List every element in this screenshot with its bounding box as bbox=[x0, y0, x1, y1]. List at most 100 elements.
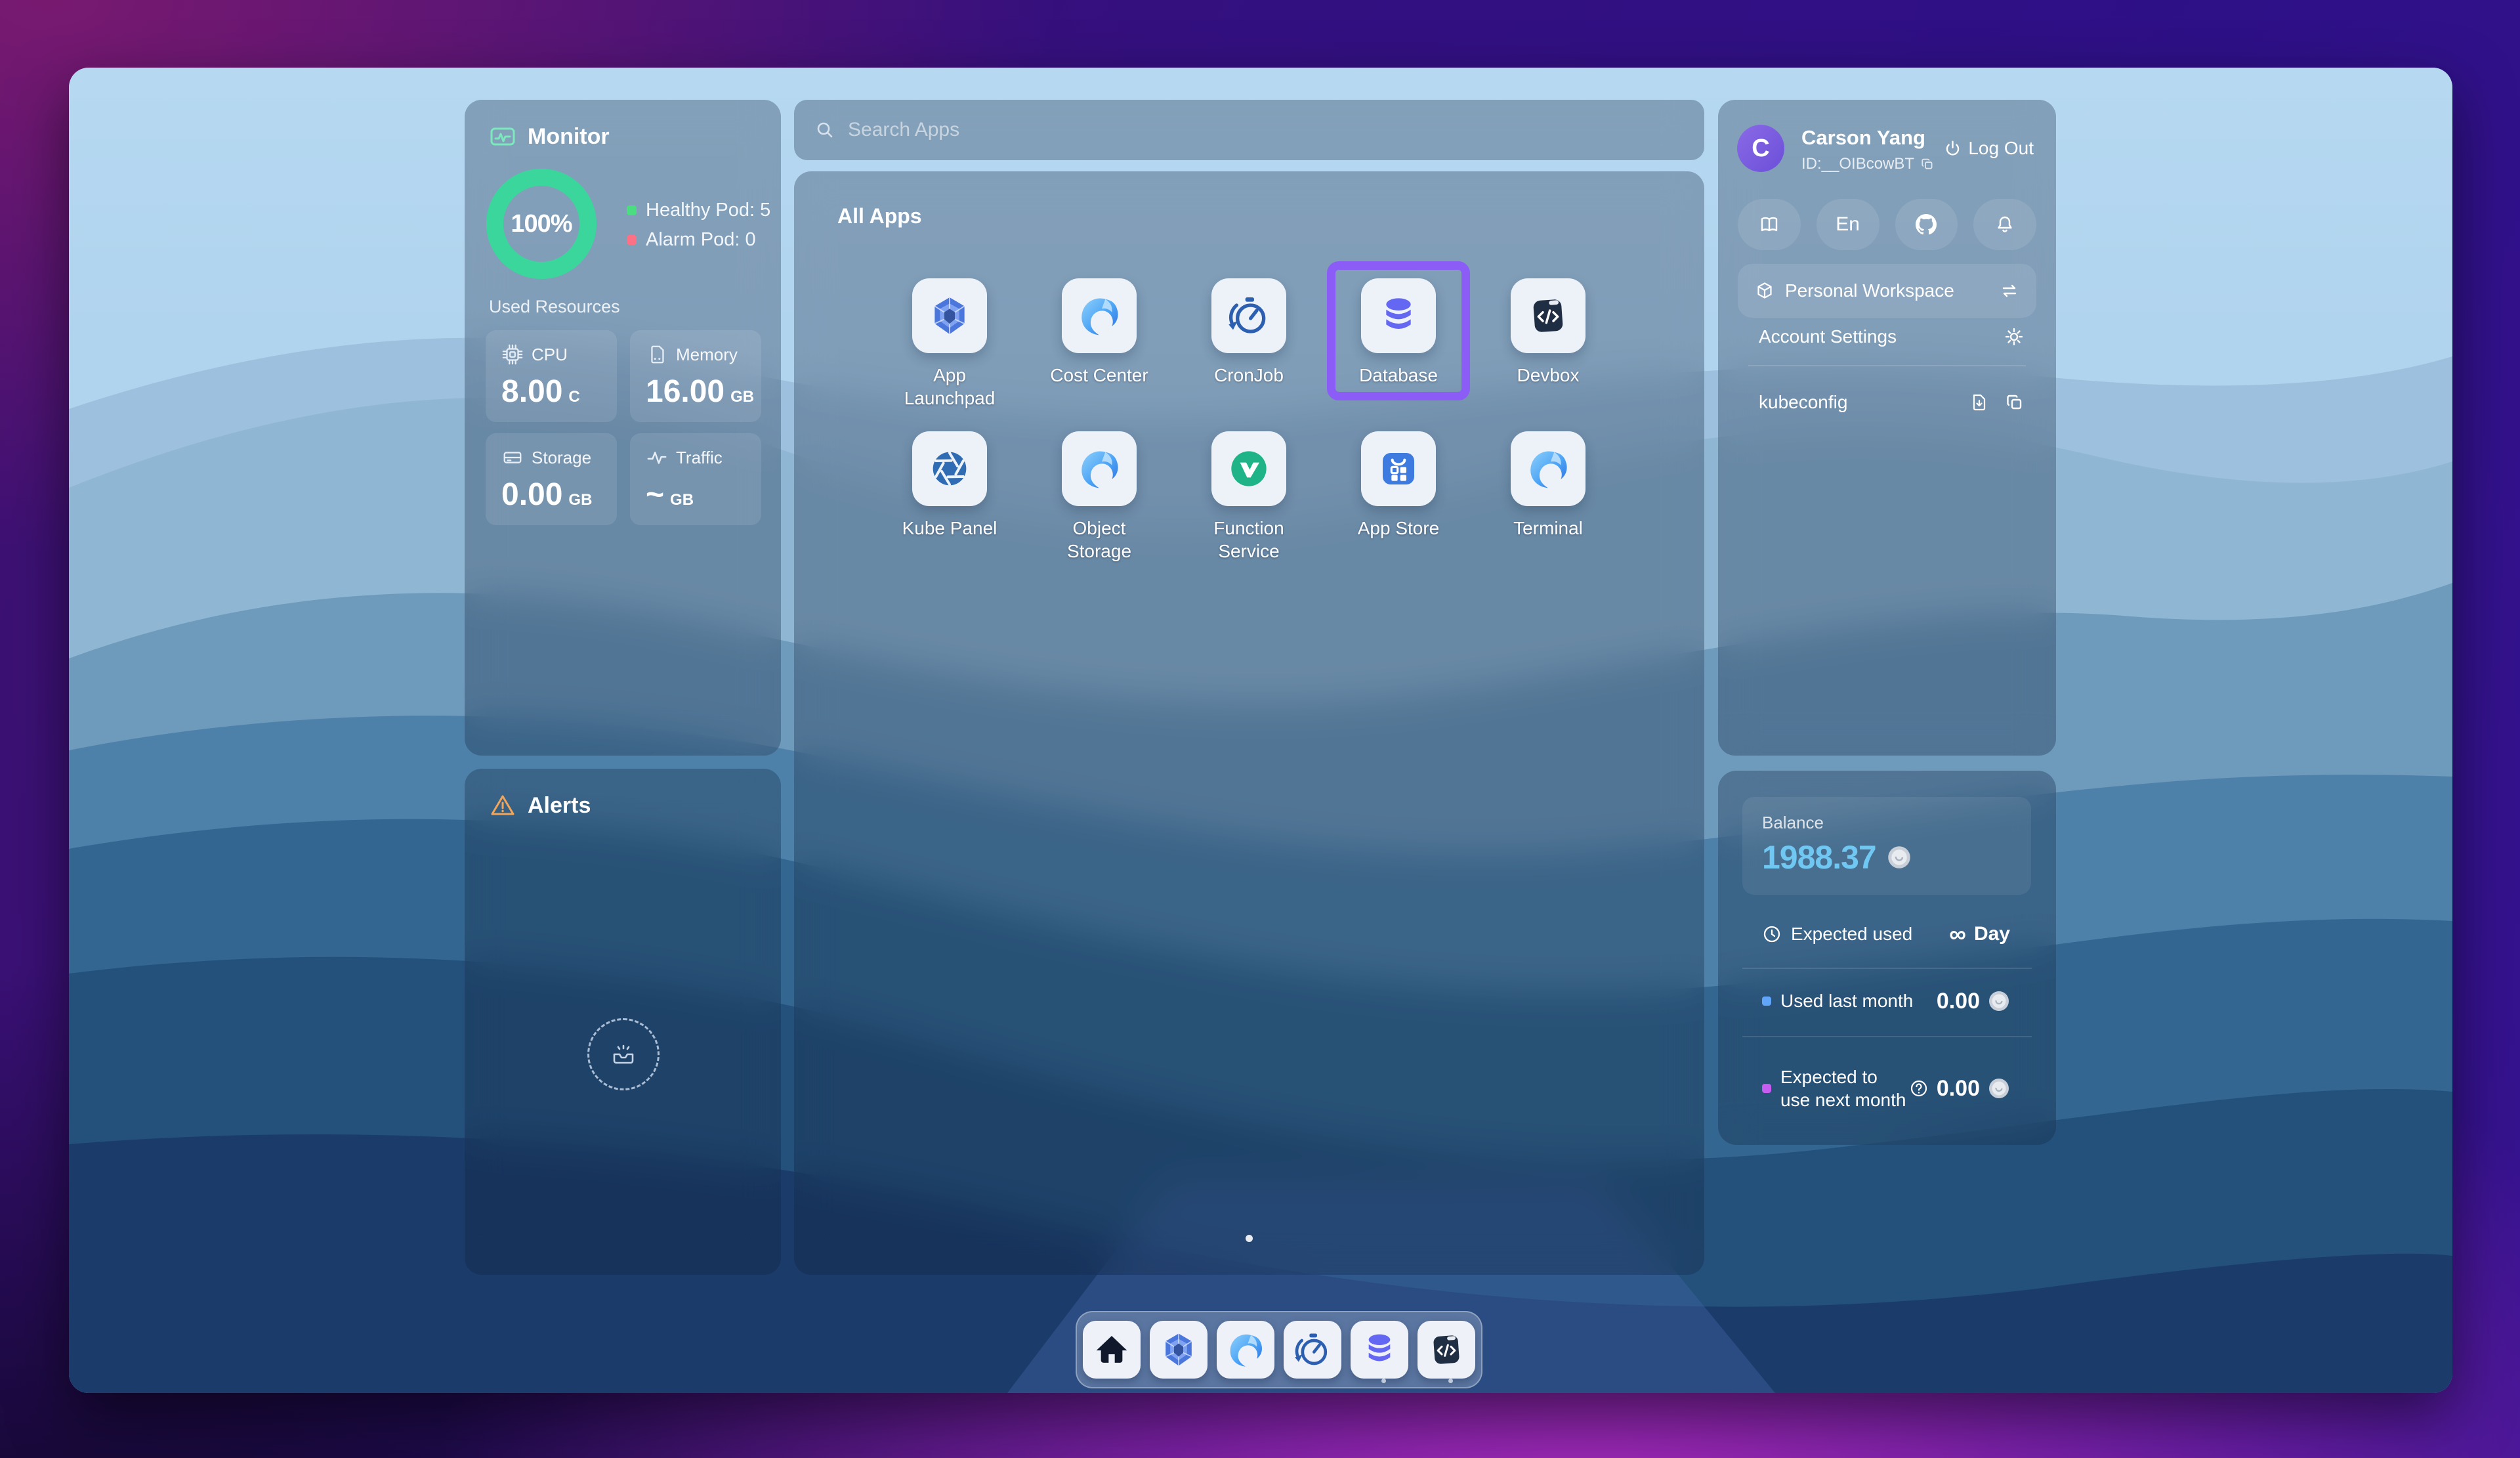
gear-icon[interactable] bbox=[2004, 326, 2025, 347]
copy-id-icon[interactable] bbox=[1920, 157, 1935, 171]
memory-label: Memory bbox=[676, 345, 738, 365]
storage-unit: GB bbox=[568, 491, 592, 509]
app-cost-center[interactable]: Cost Center bbox=[1024, 278, 1174, 387]
user-name: Carson Yang bbox=[1801, 126, 1925, 150]
traffic-card: Traffic ~ GB bbox=[630, 433, 761, 525]
language-button[interactable]: En bbox=[1816, 199, 1880, 250]
notifications-button[interactable] bbox=[1973, 199, 2036, 250]
cronjob-tile[interactable] bbox=[1211, 278, 1286, 353]
search-input[interactable] bbox=[847, 118, 1683, 142]
legend-healthy-pod: Healthy Pod: 5 bbox=[627, 200, 770, 221]
cube-icon bbox=[1755, 281, 1774, 301]
account-settings-label: Account Settings bbox=[1759, 326, 1897, 347]
account-settings-row[interactable]: Account Settings bbox=[1739, 318, 2035, 356]
docs-button[interactable] bbox=[1738, 199, 1801, 250]
home-icon bbox=[1093, 1331, 1130, 1368]
app-terminal[interactable]: Terminal bbox=[1473, 431, 1623, 540]
user-id-row: ID:__OIBcowBT bbox=[1801, 155, 1935, 173]
balance-label: Balance bbox=[1762, 813, 2011, 833]
devbox-tile[interactable] bbox=[1511, 278, 1586, 353]
kube-panel-tile[interactable] bbox=[912, 431, 987, 506]
page-indicator-dot[interactable] bbox=[1246, 1235, 1253, 1242]
workspace-label: Personal Workspace bbox=[1785, 280, 1954, 301]
expected-used-row: Expected used ∞ Day bbox=[1762, 915, 2010, 953]
expected-next-month-label: Expected to use next month bbox=[1780, 1065, 1909, 1111]
dock-home-button[interactable] bbox=[1083, 1321, 1141, 1379]
app-kube-panel[interactable]: Kube Panel bbox=[875, 431, 1024, 540]
divider bbox=[1742, 1036, 2032, 1037]
app-label: Function Service bbox=[1192, 517, 1305, 563]
coin-icon bbox=[1988, 990, 2010, 1012]
download-kubeconfig-icon[interactable] bbox=[1969, 393, 1989, 412]
app-launchpad-icon bbox=[1160, 1331, 1197, 1368]
question-icon[interactable] bbox=[1909, 1079, 1929, 1098]
used-last-month-bullet bbox=[1762, 997, 1771, 1006]
user-panel: C Carson Yang ID:__OIBcowBT Log Out bbox=[1718, 100, 2056, 756]
app-app-launchpad[interactable]: App Launchpad bbox=[875, 278, 1024, 410]
devbox-icon bbox=[1527, 295, 1569, 337]
object-storage-tile[interactable] bbox=[1062, 431, 1137, 506]
app-label: Devbox bbox=[1492, 364, 1605, 387]
desktop-window: Monitor 100% Healthy Pod: 5 Alarm Pod: 0… bbox=[69, 68, 2452, 1393]
divider bbox=[1748, 365, 2026, 366]
cost-center-tile[interactable] bbox=[1062, 278, 1137, 353]
search-bar[interactable] bbox=[794, 100, 1704, 160]
devbox-icon bbox=[1428, 1331, 1465, 1368]
all-apps-panel: All Apps App Launchpad Cost Center CronJ… bbox=[794, 171, 1704, 1275]
app-store-tile[interactable] bbox=[1361, 431, 1436, 506]
language-label: En bbox=[1836, 213, 1860, 236]
app-launchpad-tile[interactable] bbox=[912, 278, 987, 353]
billing-panel: Balance 1988.37 Expected used ∞ Day bbox=[1718, 771, 2056, 1145]
coin-icon bbox=[1988, 1077, 2010, 1100]
app-cronjob[interactable]: CronJob bbox=[1174, 278, 1324, 387]
app-object-storage[interactable]: Object Storage bbox=[1024, 431, 1174, 563]
screen: { "monitor": { "title": "Monitor", "heal… bbox=[0, 0, 2520, 1458]
dock-cronjob-button[interactable] bbox=[1284, 1321, 1341, 1379]
user-id: ID:__OIBcowBT bbox=[1801, 155, 1914, 173]
dock-devbox-button[interactable] bbox=[1418, 1321, 1475, 1379]
github-icon bbox=[1916, 214, 1937, 235]
dock-database-button[interactable] bbox=[1351, 1321, 1408, 1379]
storage-card: Storage 0.00 GB bbox=[486, 433, 617, 525]
healthy-swatch bbox=[627, 205, 637, 215]
memory-value: 16.00 bbox=[646, 374, 724, 410]
app-label: CronJob bbox=[1192, 364, 1305, 387]
github-button[interactable] bbox=[1895, 199, 1958, 250]
dock bbox=[1076, 1311, 1482, 1388]
balance-box: Balance 1988.37 bbox=[1742, 797, 2031, 895]
app-devbox[interactable]: Devbox bbox=[1473, 278, 1623, 387]
copy-kubeconfig-icon[interactable] bbox=[2005, 393, 2025, 412]
app-database[interactable]: Database bbox=[1324, 278, 1473, 387]
app-app-store[interactable]: App Store bbox=[1324, 431, 1473, 540]
all-apps-title: All Apps bbox=[837, 204, 922, 228]
workspace-switcher[interactable]: Personal Workspace bbox=[1738, 264, 2036, 318]
function-service-tile[interactable] bbox=[1211, 431, 1286, 506]
expected-next-month-bullet bbox=[1762, 1084, 1771, 1093]
app-label: App Launchpad bbox=[893, 364, 1006, 410]
legend-alarm-pod: Alarm Pod: 0 bbox=[627, 229, 770, 251]
memory-unit: GB bbox=[730, 388, 754, 406]
dock-cost-center-button[interactable] bbox=[1217, 1321, 1274, 1379]
database-tile[interactable] bbox=[1361, 278, 1436, 353]
alarm-swatch bbox=[627, 235, 637, 245]
storage-value: 0.00 bbox=[501, 477, 562, 513]
used-last-month-row: Used last month 0.00 bbox=[1762, 982, 2010, 1020]
app-label: Cost Center bbox=[1043, 364, 1156, 387]
divider bbox=[1742, 968, 2032, 969]
logout-button[interactable]: Log Out bbox=[1944, 138, 2034, 159]
monitor-panel: Monitor 100% Healthy Pod: 5 Alarm Pod: 0… bbox=[465, 100, 781, 756]
expected-used-period: Day bbox=[1974, 923, 2010, 945]
app-function-service[interactable]: Function Service bbox=[1174, 431, 1324, 563]
dock-app-launchpad-button[interactable] bbox=[1150, 1321, 1208, 1379]
used-last-month-label: Used last month bbox=[1780, 991, 1913, 1012]
terminal-tile[interactable] bbox=[1511, 431, 1586, 506]
alerts-empty-state bbox=[587, 1018, 660, 1090]
empty-inbox-icon bbox=[604, 1035, 643, 1074]
avatar[interactable]: C bbox=[1737, 125, 1784, 172]
app-store-icon bbox=[1377, 448, 1419, 490]
expected-next-month-row: Expected to use next month 0.00 bbox=[1762, 1063, 2010, 1113]
logout-label: Log Out bbox=[1968, 138, 2034, 159]
alarm-label: Alarm Pod: 0 bbox=[646, 229, 756, 251]
cost-center-icon bbox=[1078, 295, 1120, 337]
traffic-label: Traffic bbox=[676, 448, 723, 468]
